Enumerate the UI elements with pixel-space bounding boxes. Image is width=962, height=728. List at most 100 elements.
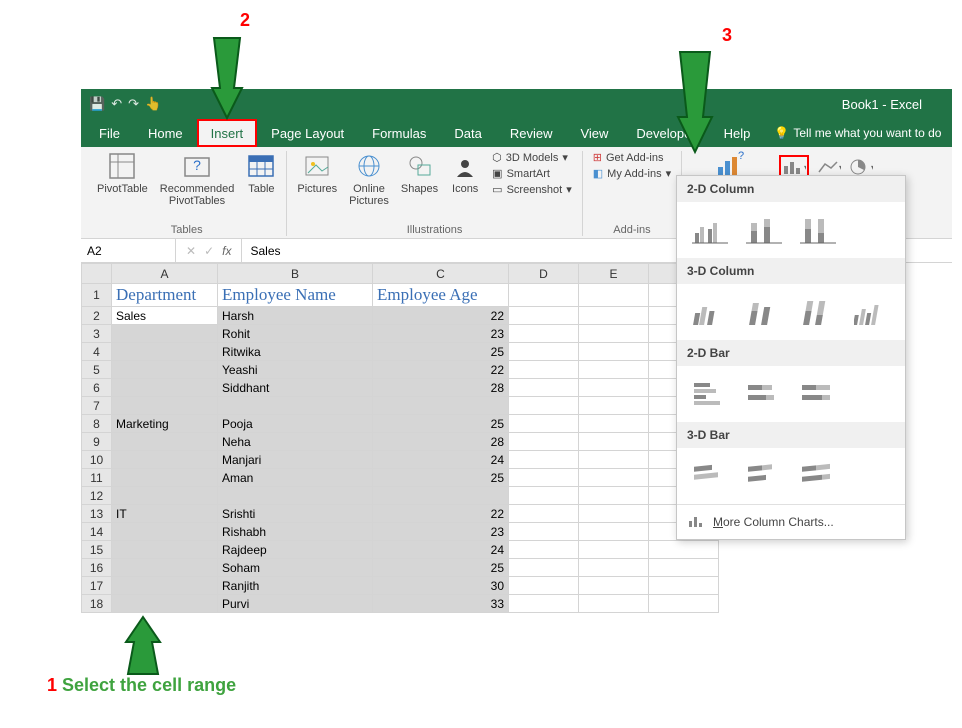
column-header-D[interactable]: D bbox=[509, 264, 579, 284]
stacked-bar-2d[interactable] bbox=[745, 378, 783, 410]
stacked100-bar-3d[interactable] bbox=[799, 460, 837, 492]
cell[interactable] bbox=[509, 325, 579, 343]
cell[interactable]: Siddhant bbox=[218, 379, 373, 397]
cell[interactable]: 22 bbox=[373, 505, 509, 523]
row-header[interactable]: 16 bbox=[82, 559, 112, 577]
cell[interactable]: 25 bbox=[373, 415, 509, 433]
cell[interactable]: 33 bbox=[373, 595, 509, 613]
row-header[interactable]: 3 bbox=[82, 325, 112, 343]
cell[interactable] bbox=[112, 451, 218, 469]
clustered-column-3d[interactable] bbox=[691, 296, 729, 328]
cell[interactable]: 25 bbox=[373, 469, 509, 487]
cell[interactable]: Rishabh bbox=[218, 523, 373, 541]
shapes-button[interactable]: Shapes bbox=[401, 151, 438, 195]
cell[interactable]: 24 bbox=[373, 451, 509, 469]
name-box[interactable]: A2 bbox=[81, 239, 176, 262]
cell[interactable] bbox=[112, 541, 218, 559]
cell[interactable] bbox=[579, 505, 649, 523]
pie-chart-button[interactable]: ▾ bbox=[849, 158, 873, 176]
stacked100-bar-2d[interactable] bbox=[799, 378, 837, 410]
stacked-column-3d[interactable] bbox=[745, 296, 783, 328]
cell[interactable] bbox=[579, 469, 649, 487]
cell[interactable] bbox=[509, 577, 579, 595]
cell[interactable]: Ranjith bbox=[218, 577, 373, 595]
cell[interactable] bbox=[218, 487, 373, 505]
cell[interactable] bbox=[579, 397, 649, 415]
touch-mode-icon[interactable]: 👆 bbox=[145, 96, 161, 112]
row-header[interactable]: 8 bbox=[82, 415, 112, 433]
cell[interactable] bbox=[373, 397, 509, 415]
cell[interactable] bbox=[509, 307, 579, 325]
cell[interactable] bbox=[649, 559, 719, 577]
cell[interactable] bbox=[579, 451, 649, 469]
column-header-B[interactable]: B bbox=[218, 264, 373, 284]
my-addins-button[interactable]: ◧My Add-ins ▾ bbox=[593, 167, 671, 180]
tab-formulas[interactable]: Formulas bbox=[358, 119, 440, 147]
cell[interactable] bbox=[112, 577, 218, 595]
cell[interactable] bbox=[509, 284, 579, 307]
cell[interactable]: Rajdeep bbox=[218, 541, 373, 559]
cell[interactable] bbox=[579, 559, 649, 577]
tab-file[interactable]: File bbox=[85, 119, 134, 147]
cell[interactable] bbox=[218, 397, 373, 415]
cell[interactable]: 22 bbox=[373, 307, 509, 325]
online-pictures-button[interactable]: Online Pictures bbox=[349, 151, 389, 207]
cell[interactable] bbox=[112, 595, 218, 613]
column-3d[interactable] bbox=[853, 296, 891, 328]
table-button[interactable]: Table bbox=[246, 151, 276, 195]
row-header[interactable]: 1 bbox=[82, 284, 112, 307]
cell[interactable]: Ritwika bbox=[218, 343, 373, 361]
clustered-bar-2d[interactable] bbox=[691, 378, 729, 410]
cell[interactable]: 24 bbox=[373, 541, 509, 559]
cell[interactable] bbox=[579, 284, 649, 307]
icons-button[interactable]: Icons bbox=[450, 151, 480, 195]
recommended-pivottables-button[interactable]: ? Recommended PivotTables bbox=[160, 151, 235, 207]
cell[interactable]: Harsh bbox=[218, 307, 373, 325]
row-header[interactable]: 4 bbox=[82, 343, 112, 361]
column-header-E[interactable]: E bbox=[579, 264, 649, 284]
3d-models-button[interactable]: ⬡3D Models ▾ bbox=[492, 151, 572, 164]
cell[interactable]: Sales bbox=[112, 307, 218, 325]
row-header[interactable]: 9 bbox=[82, 433, 112, 451]
row-header[interactable]: 15 bbox=[82, 541, 112, 559]
clustered-column-2d[interactable] bbox=[691, 214, 729, 246]
cell[interactable] bbox=[509, 343, 579, 361]
cell[interactable] bbox=[112, 361, 218, 379]
cell[interactable]: 28 bbox=[373, 433, 509, 451]
cell[interactable] bbox=[509, 595, 579, 613]
cell[interactable] bbox=[579, 577, 649, 595]
cell[interactable] bbox=[649, 595, 719, 613]
cell[interactable] bbox=[509, 523, 579, 541]
cell[interactable] bbox=[112, 379, 218, 397]
row-header[interactable]: 10 bbox=[82, 451, 112, 469]
cell[interactable] bbox=[509, 451, 579, 469]
fx-icon[interactable]: fx bbox=[222, 244, 231, 258]
undo-icon[interactable]: ↶ bbox=[111, 96, 122, 112]
enter-icon[interactable]: ✓ bbox=[204, 244, 214, 258]
redo-icon[interactable]: ↷ bbox=[128, 96, 139, 112]
tab-review[interactable]: Review bbox=[496, 119, 567, 147]
row-header[interactable]: 7 bbox=[82, 397, 112, 415]
line-chart-button[interactable]: ▾ bbox=[817, 158, 841, 176]
tell-me-search[interactable]: 💡 Tell me what you want to do bbox=[774, 119, 941, 147]
cell[interactable] bbox=[509, 559, 579, 577]
cell[interactable]: 23 bbox=[373, 325, 509, 343]
select-all-button[interactable] bbox=[82, 264, 112, 284]
cell[interactable] bbox=[649, 541, 719, 559]
row-header[interactable]: 14 bbox=[82, 523, 112, 541]
more-column-charts[interactable]: More Column Charts... bbox=[677, 504, 905, 539]
cell[interactable]: Manjari bbox=[218, 451, 373, 469]
cell[interactable]: Rohit bbox=[218, 325, 373, 343]
smartart-button[interactable]: ▣SmartArt bbox=[492, 167, 572, 180]
clustered-bar-3d[interactable] bbox=[691, 460, 729, 492]
cell[interactable] bbox=[509, 433, 579, 451]
cell[interactable] bbox=[373, 487, 509, 505]
column-header-C[interactable]: C bbox=[373, 264, 509, 284]
cell[interactable]: Marketing bbox=[112, 415, 218, 433]
cell[interactable] bbox=[509, 397, 579, 415]
tab-page-layout[interactable]: Page Layout bbox=[257, 119, 358, 147]
cell[interactable]: Srishti bbox=[218, 505, 373, 523]
cell[interactable]: 25 bbox=[373, 559, 509, 577]
cell[interactable]: Soham bbox=[218, 559, 373, 577]
pivottable-button[interactable]: PivotTable bbox=[97, 151, 148, 195]
